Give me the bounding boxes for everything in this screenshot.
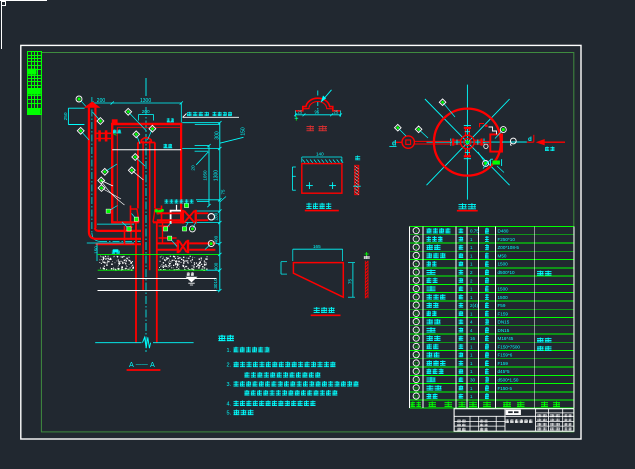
svg-text:M50: M50 bbox=[498, 253, 507, 258]
svg-text:3.: 3. bbox=[227, 382, 232, 388]
svg-text:12: 12 bbox=[414, 319, 419, 324]
svg-text:M16*45: M16*45 bbox=[498, 336, 514, 341]
svg-text:150: 150 bbox=[241, 127, 247, 136]
svg-text:13: 13 bbox=[414, 327, 419, 332]
svg-text:F59: F59 bbox=[498, 303, 506, 308]
svg-text:150: 150 bbox=[94, 246, 99, 254]
svg-text:3010: 3010 bbox=[213, 278, 218, 289]
svg-text:75: 75 bbox=[348, 279, 353, 285]
svg-text:1500: 1500 bbox=[498, 295, 509, 300]
svg-text:d500*10: d500*10 bbox=[498, 270, 516, 275]
svg-text:d45*5: d45*5 bbox=[498, 369, 510, 374]
svg-text:250: 250 bbox=[63, 112, 69, 120]
svg-text:140: 140 bbox=[316, 152, 324, 157]
svg-text:F159: F159 bbox=[498, 311, 509, 316]
svg-text:1300: 1300 bbox=[213, 170, 219, 181]
svg-text:95: 95 bbox=[315, 109, 320, 114]
svg-text:15: 15 bbox=[414, 344, 419, 349]
svg-text:d500*1.50: d500*1.50 bbox=[498, 377, 519, 382]
svg-text:F159*6: F159*6 bbox=[498, 353, 513, 358]
svg-text:20: 20 bbox=[191, 165, 197, 171]
svg-text:DN15: DN15 bbox=[498, 320, 510, 325]
svg-text:4.: 4. bbox=[227, 402, 232, 408]
svg-text:25: 25 bbox=[334, 109, 339, 114]
svg-text:2.: 2. bbox=[227, 363, 232, 369]
svg-text:A: A bbox=[129, 360, 134, 369]
svg-text:30: 30 bbox=[470, 377, 476, 382]
svg-text:21: 21 bbox=[414, 394, 419, 399]
svg-text:200: 200 bbox=[142, 109, 150, 114]
svg-text:F150-5: F150-5 bbox=[498, 386, 513, 391]
svg-text:17: 17 bbox=[414, 361, 419, 366]
svg-text:25: 25 bbox=[298, 109, 303, 114]
svg-text:A: A bbox=[150, 360, 155, 369]
svg-text:1050: 1050 bbox=[202, 170, 207, 181]
svg-text:1500: 1500 bbox=[498, 287, 509, 292]
svg-text:D480: D480 bbox=[498, 229, 509, 234]
svg-text:200: 200 bbox=[97, 98, 106, 104]
svg-text:DN15: DN15 bbox=[498, 328, 510, 333]
svg-text:1.: 1. bbox=[227, 348, 232, 354]
svg-text:16: 16 bbox=[470, 336, 476, 341]
svg-text:F250*10: F250*10 bbox=[498, 237, 516, 242]
svg-text:10: 10 bbox=[414, 303, 419, 308]
svg-text:75: 75 bbox=[221, 189, 226, 194]
svg-text:20: 20 bbox=[414, 385, 419, 390]
svg-text:0.75: 0.75 bbox=[470, 229, 479, 234]
svg-text:400: 400 bbox=[214, 262, 219, 270]
svg-text:18: 18 bbox=[414, 369, 419, 374]
svg-text:1500: 1500 bbox=[498, 262, 509, 267]
svg-text:300: 300 bbox=[214, 131, 220, 140]
svg-text:165: 165 bbox=[313, 244, 321, 249]
svg-text:19: 19 bbox=[414, 377, 419, 382]
svg-text:1300: 1300 bbox=[140, 98, 151, 104]
svg-text:2(4): 2(4) bbox=[470, 303, 479, 308]
svg-text:14: 14 bbox=[414, 336, 419, 341]
svg-text:5.: 5. bbox=[227, 411, 232, 417]
svg-text:F150*7500: F150*7500 bbox=[498, 344, 521, 349]
svg-text:16: 16 bbox=[414, 352, 419, 357]
svg-text:——: —— bbox=[136, 362, 148, 368]
svg-text:F159: F159 bbox=[498, 361, 509, 366]
svg-text:Z00*108-5: Z00*108-5 bbox=[498, 245, 520, 250]
